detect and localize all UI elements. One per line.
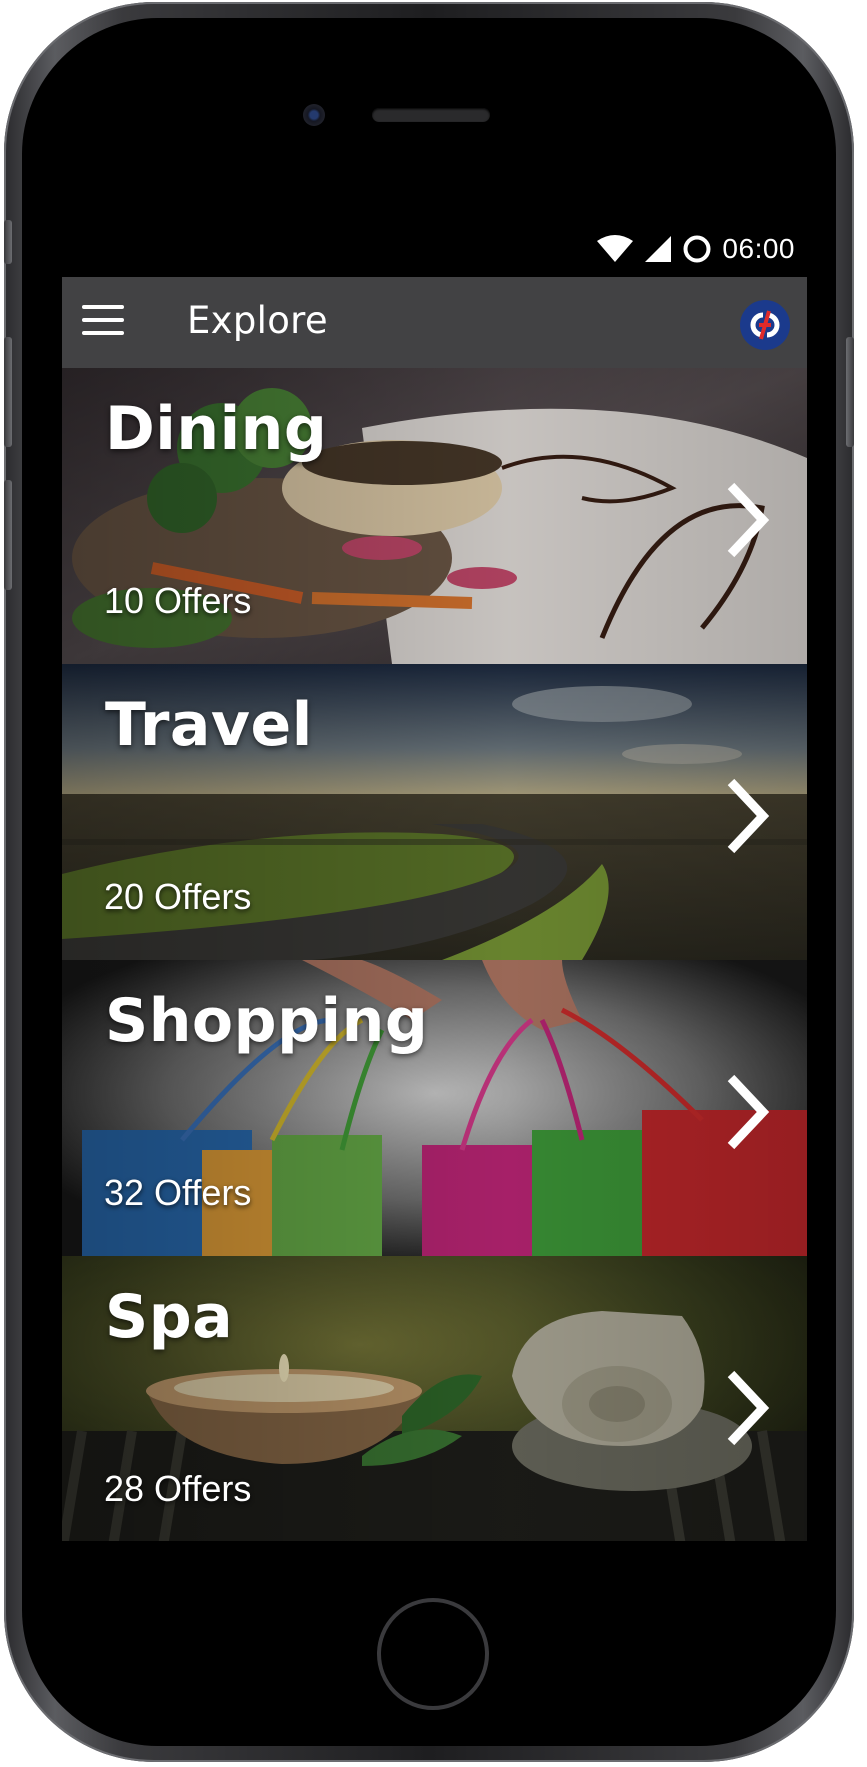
power-button [846, 337, 854, 447]
offers-count: 10 Offers [104, 580, 252, 621]
status-icons: 06:00 [596, 231, 795, 267]
mute-switch [4, 220, 12, 264]
offers-count: 32 Offers [104, 1172, 252, 1213]
category-card-shopping[interactable]: Shopping 32 Offers [62, 960, 807, 1256]
chevron-right-icon[interactable] [723, 776, 771, 856]
offers-count: 20 Offers [104, 876, 252, 917]
status-bar: 06:00 [62, 221, 807, 277]
chevron-right-icon[interactable] [723, 1072, 771, 1152]
front-camera [303, 104, 325, 126]
category-title: Travel [105, 690, 313, 760]
chevron-right-icon[interactable] [723, 480, 771, 560]
app-bar: Explore [62, 277, 807, 368]
category-title: Shopping [105, 986, 429, 1056]
wifi-icon [597, 235, 634, 262]
circle-status-icon [683, 235, 711, 263]
home-button[interactable] [377, 1598, 489, 1710]
chevron-right-icon[interactable] [723, 1368, 771, 1448]
volume-up-button [4, 337, 12, 447]
category-title: Dining [105, 394, 328, 464]
category-card-spa[interactable]: Spa 28 Offers [62, 1256, 807, 1541]
page-title: Explore [187, 299, 328, 342]
volume-down-button [4, 480, 12, 590]
earpiece-speaker [372, 108, 490, 122]
category-title: Spa [105, 1282, 234, 1352]
category-card-travel[interactable]: Travel 20 Offers [62, 664, 807, 960]
offers-count: 28 Offers [104, 1468, 252, 1509]
app-screen: 06:00 Explore Dining 10 Offers Travel 20… [62, 221, 807, 1541]
hamburger-menu-icon[interactable] [82, 305, 124, 339]
brand-logo[interactable] [739, 299, 791, 351]
category-card-dining[interactable]: Dining 10 Offers [62, 368, 807, 664]
status-time: 06:00 [722, 233, 795, 264]
cellular-signal-icon [645, 236, 672, 262]
